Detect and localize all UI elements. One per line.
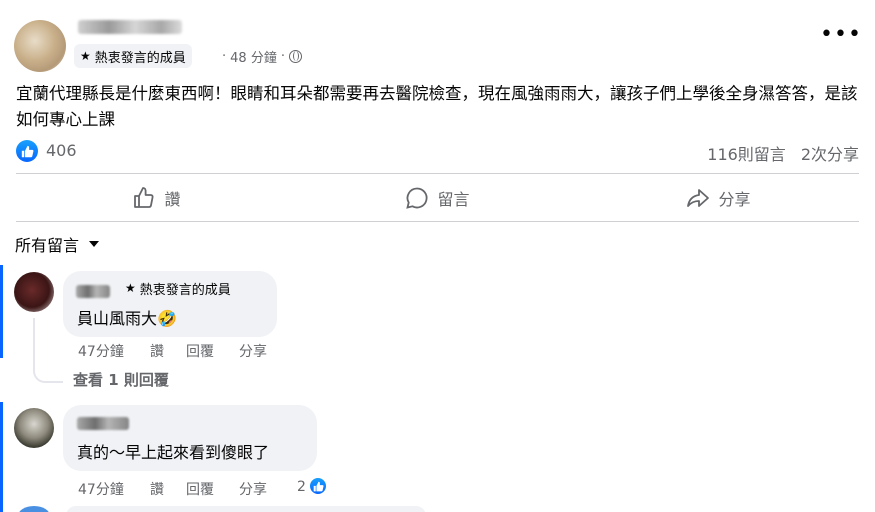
view-replies-link[interactable]: 查看 1 則回覆 xyxy=(73,369,169,390)
post-time[interactable]: 48 分鐘 xyxy=(230,47,277,66)
comment-like-button[interactable]: 讚 xyxy=(150,341,186,361)
highlight-bar xyxy=(0,402,3,512)
thumbs-up-icon xyxy=(134,187,155,208)
comment-button[interactable]: 留言 xyxy=(297,176,578,220)
divider xyxy=(16,221,859,222)
like-button[interactable]: 讚 xyxy=(16,176,297,220)
comment-bubble: 真的～早上起來看到傻眼了 xyxy=(63,405,317,471)
more-options-button[interactable]: ••• xyxy=(820,24,862,46)
comment-text: 員山風雨大🤣 xyxy=(77,309,177,328)
comment-actions: 47分鐘 讚 回覆 分享 xyxy=(78,479,267,499)
comment-time[interactable]: 47分鐘 xyxy=(78,341,150,361)
like-count[interactable]: 406 xyxy=(46,141,77,160)
comments-filter-dropdown[interactable]: 所有留言 xyxy=(15,232,100,256)
thread-line xyxy=(33,318,63,383)
share-button[interactable]: 分享 xyxy=(578,176,859,220)
highlight-bar xyxy=(0,265,3,358)
chevron-down-icon xyxy=(89,241,100,247)
commenter-avatar[interactable] xyxy=(14,272,54,312)
globe-icon xyxy=(288,50,302,63)
commenter-name-blurred[interactable] xyxy=(76,285,110,298)
comment-icon xyxy=(406,187,428,209)
comment-actions: 47分鐘 讚 回覆 分享 xyxy=(78,341,267,361)
top-fan-badge: ★ 熱衷發言的成員 xyxy=(74,44,192,68)
comment-share-button[interactable]: 分享 xyxy=(239,479,267,499)
divider xyxy=(16,173,859,174)
action-bar: 讚 留言 分享 xyxy=(16,176,859,220)
like-reaction-icon[interactable] xyxy=(16,140,38,162)
comment-reply-button[interactable]: 回覆 xyxy=(186,479,239,499)
comment-share-button[interactable]: 分享 xyxy=(239,341,267,361)
facebook-post: ★ 熱衷發言的成員 · 48 分鐘 · ••• 宜蘭代理縣長是什麼東西啊！眼睛和… xyxy=(0,0,875,512)
post-stats: 116則留言 2次分享 xyxy=(707,141,859,165)
comment-reply-button[interactable]: 回覆 xyxy=(186,341,239,361)
comment-time[interactable]: 47分鐘 xyxy=(78,479,150,499)
author-avatar[interactable] xyxy=(14,20,66,72)
reaction-count[interactable]: 2 xyxy=(297,479,306,495)
comments-count[interactable]: 116則留言 xyxy=(707,141,786,165)
badge-label: 熱衷發言的成員 xyxy=(94,50,186,66)
post-meta: · 48 分鐘 · xyxy=(222,47,302,66)
commenter-name-blurred[interactable] xyxy=(77,417,129,430)
comment-bubble xyxy=(66,506,426,512)
shares-count[interactable]: 2次分享 xyxy=(801,141,859,165)
commenter-avatar[interactable] xyxy=(18,506,50,512)
star-icon: ★ xyxy=(80,49,91,63)
comment-bubble: ★ 熱衷發言的成員 員山風雨大🤣 xyxy=(63,271,277,337)
star-icon: ★ xyxy=(125,281,136,295)
author-name-blurred[interactable] xyxy=(78,20,182,34)
commenter-avatar[interactable] xyxy=(14,408,54,448)
comment-text: 真的～早上起來看到傻眼了 xyxy=(77,443,270,462)
top-fan-badge: ★ 熱衷發言的成員 xyxy=(119,277,237,299)
post-text: 宜蘭代理縣長是什麼東西啊！眼睛和耳朵都需要再去醫院檢查，現在風強雨雨大，讓孩子們… xyxy=(16,84,858,129)
like-reaction-icon[interactable] xyxy=(308,476,328,496)
comment-like-button[interactable]: 讚 xyxy=(150,479,186,499)
share-icon xyxy=(687,189,710,207)
